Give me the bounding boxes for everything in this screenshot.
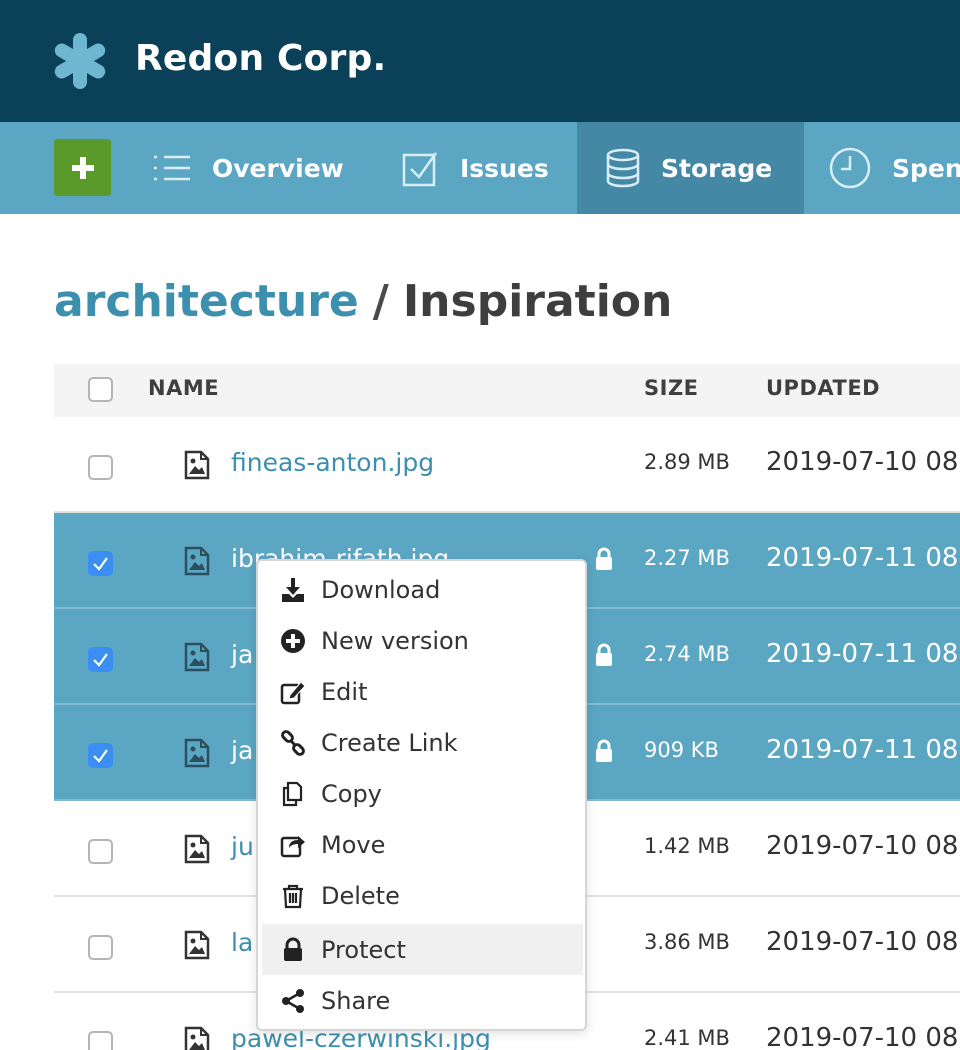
menu-label-edit: Edit — [321, 677, 368, 706]
column-header-name[interactable]: NAME — [148, 376, 219, 400]
menu-label-copy: Copy — [321, 779, 382, 808]
file-size: 2.89 MB — [644, 450, 730, 474]
breadcrumb: architecture / Inspiration — [54, 276, 672, 327]
checkbox-icon — [402, 152, 438, 187]
asterisk-logo-icon[interactable] — [52, 33, 108, 89]
file-name-link[interactable]: ja — [231, 640, 253, 669]
menu-item-protect[interactable]: Protect — [262, 924, 583, 975]
table-header: NAME SIZE UPDATED — [54, 364, 960, 417]
column-header-size[interactable]: SIZE — [644, 376, 699, 400]
row-checkbox[interactable] — [88, 455, 113, 480]
menu-item-download[interactable]: Download — [262, 564, 583, 615]
file-updated: 2019-07-11 08 — [766, 735, 959, 765]
row-checkbox[interactable] — [88, 647, 113, 672]
file-updated: 2019-07-11 08 — [766, 639, 959, 669]
file-updated: 2019-07-11 08 — [766, 543, 959, 573]
menu-label-delete: Delete — [321, 881, 400, 910]
row-checkbox[interactable] — [88, 935, 113, 960]
context-menu: Download New version Edit Create Link Co… — [256, 559, 587, 1031]
download-icon — [282, 577, 304, 602]
file-updated: 2019-07-10 08 — [766, 447, 959, 477]
image-file-icon — [184, 930, 210, 960]
menu-item-new-version[interactable]: New version — [262, 615, 583, 666]
menu-label-protect: Protect — [321, 935, 406, 964]
file-updated: 2019-07-10 08 — [766, 927, 959, 957]
image-file-icon — [184, 546, 210, 576]
menu-label-download: Download — [321, 575, 441, 604]
share-icon — [282, 988, 304, 1013]
file-updated: 2019-07-10 08 — [766, 831, 959, 861]
row-checkbox[interactable] — [88, 839, 113, 864]
nav-label-storage: Storage — [661, 153, 773, 183]
file-size: 2.74 MB — [644, 642, 730, 666]
file-size: 3.86 MB — [644, 930, 730, 954]
image-file-icon — [184, 834, 210, 864]
menu-item-create-link[interactable]: Create Link — [262, 717, 583, 768]
breadcrumb-current: Inspiration — [402, 276, 673, 327]
file-size: 1.42 MB — [644, 834, 730, 858]
file-size: 2.41 MB — [644, 1026, 730, 1050]
select-all-checkbox[interactable] — [88, 377, 113, 402]
image-file-icon — [184, 450, 210, 480]
file-updated: 2019-07-10 08 — [766, 1023, 959, 1050]
add-button[interactable] — [54, 139, 111, 196]
file-name-link[interactable]: ju — [231, 832, 254, 861]
file-name-link[interactable]: la — [231, 928, 253, 957]
row-checkbox[interactable] — [88, 551, 113, 576]
plus-icon — [71, 156, 94, 179]
trash-icon — [283, 884, 303, 908]
file-size: 2.27 MB — [644, 546, 730, 570]
breadcrumb-separator: / — [372, 276, 389, 327]
nav-item-overview[interactable]: Overview — [152, 122, 344, 214]
menu-item-edit[interactable]: Edit — [262, 666, 583, 717]
move-icon — [280, 835, 305, 857]
main-nav: Overview Issues Storage Spen — [0, 122, 960, 214]
menu-label-move: Move — [321, 830, 386, 859]
clock-icon — [829, 147, 871, 189]
nav-item-spend[interactable]: Spen — [828, 122, 960, 214]
lock-icon — [596, 739, 612, 762]
lock-icon — [596, 547, 612, 570]
menu-label-new-version: New version — [321, 626, 469, 655]
menu-label-create-link: Create Link — [321, 728, 458, 757]
nav-item-storage[interactable]: Storage — [577, 122, 804, 214]
file-name-link[interactable]: fineas-anton.jpg — [231, 448, 434, 477]
file-name-link[interactable]: ja — [231, 736, 253, 765]
image-file-icon — [184, 642, 210, 672]
menu-item-delete[interactable]: Delete — [262, 870, 583, 921]
image-file-icon — [184, 738, 210, 768]
brand-name[interactable]: Redon Corp. — [135, 38, 386, 79]
image-file-icon — [184, 1026, 210, 1050]
menu-item-move[interactable]: Move — [262, 819, 583, 870]
list-icon — [154, 155, 190, 181]
file-table: NAME SIZE UPDATED fineas-anton.jpg 2.89 M… — [54, 364, 960, 1050]
row-checkbox[interactable] — [88, 1031, 113, 1050]
row-checkbox[interactable] — [88, 743, 113, 768]
file-size: 909 KB — [644, 738, 719, 762]
top-header: Redon Corp. — [0, 0, 960, 122]
nav-label-issues: Issues — [460, 153, 549, 183]
nav-label-overview: Overview — [212, 153, 344, 183]
menu-item-share[interactable]: Share — [262, 975, 583, 1026]
nav-label-spend: Spen — [892, 153, 960, 183]
copy-icon — [282, 781, 303, 806]
table-row[interactable]: fineas-anton.jpg 2.89 MB 2019-07-10 08 — [54, 417, 960, 513]
column-header-updated[interactable]: UPDATED — [766, 376, 880, 400]
lock-icon — [284, 937, 302, 961]
database-icon — [606, 148, 640, 188]
menu-label-share: Share — [321, 986, 391, 1015]
nav-item-issues[interactable]: Issues — [402, 122, 549, 214]
lock-icon — [596, 643, 612, 666]
plus-circle-icon — [281, 628, 305, 653]
link-icon — [281, 729, 305, 756]
edit-icon — [280, 680, 306, 704]
breadcrumb-parent-link[interactable]: architecture — [54, 276, 359, 327]
menu-item-copy[interactable]: Copy — [262, 768, 583, 819]
